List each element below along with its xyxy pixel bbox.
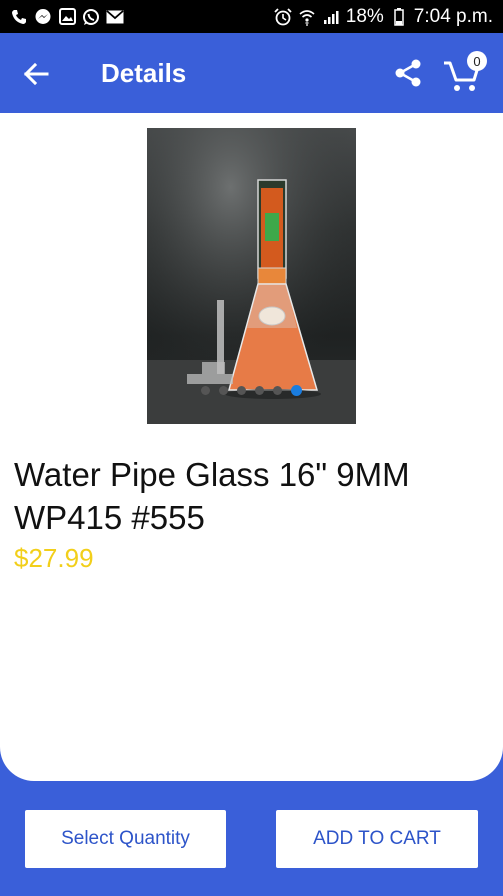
- signal-icon: [322, 8, 340, 26]
- carousel-dot-active[interactable]: [291, 385, 302, 396]
- clock-time: 7:04 p.m.: [413, 5, 493, 27]
- status-bar: 18% 7:04 p.m.: [0, 0, 503, 33]
- carousel-dot[interactable]: [201, 386, 210, 395]
- add-to-cart-button[interactable]: ADD TO CART: [276, 810, 478, 868]
- cart-button[interactable]: 0: [440, 51, 490, 95]
- carousel-dot[interactable]: [273, 386, 282, 395]
- select-quantity-button[interactable]: Select Quantity: [25, 810, 226, 868]
- product-details-card: Water Pipe Glass 16" 9MM WP415 #555 $27.…: [0, 113, 503, 781]
- alarm-icon: [274, 7, 292, 26]
- carousel-dot[interactable]: [255, 386, 264, 395]
- gallery-icon: [58, 8, 76, 26]
- messenger-icon: [34, 8, 52, 26]
- battery-icon: [390, 7, 408, 26]
- carousel-dot[interactable]: [219, 386, 228, 395]
- product-image-carousel[interactable]: [147, 128, 356, 424]
- back-button[interactable]: [20, 59, 52, 89]
- battery-percent: 18%: [345, 5, 384, 27]
- mail-icon: [106, 8, 124, 26]
- app-bar: Details 0: [0, 33, 503, 113]
- carousel-indicator: [147, 385, 356, 398]
- wifi-icon: [298, 8, 316, 26]
- product-price: $27.99: [14, 543, 94, 573]
- share-button[interactable]: [390, 55, 426, 91]
- share-icon: [395, 59, 421, 87]
- phone-icon: [10, 8, 28, 26]
- carousel-dot[interactable]: [237, 386, 246, 395]
- product-photo: [147, 128, 356, 424]
- arrow-left-icon: [23, 62, 49, 86]
- cart-count-badge: 0: [467, 51, 487, 71]
- system-status: 18% 7:04 p.m.: [274, 6, 493, 28]
- notification-icons: [10, 8, 124, 26]
- page-title: Details: [101, 58, 187, 88]
- product-name: Water Pipe Glass 16" 9MM WP415 #555: [14, 456, 410, 536]
- whatsapp-icon: [82, 8, 100, 26]
